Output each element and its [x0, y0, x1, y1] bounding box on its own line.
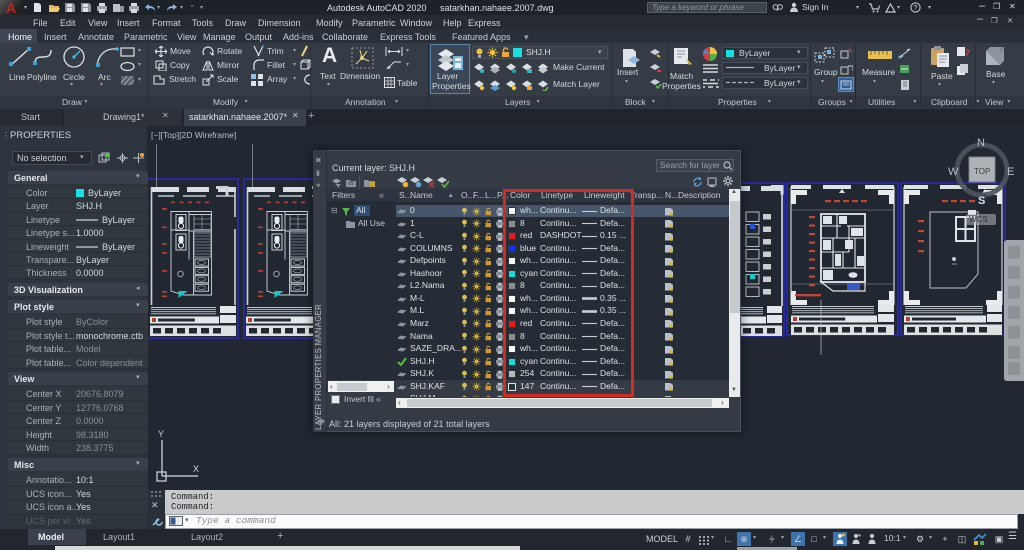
svg-text:S: S [978, 195, 985, 206]
svg-text:X: X [193, 464, 199, 474]
svg-text:?: ? [914, 5, 918, 12]
svg-text:W: W [948, 166, 959, 178]
svg-text:Y: Y [158, 429, 164, 439]
svg-text:TOP: TOP [974, 167, 990, 176]
svg-text:N: N [977, 137, 985, 149]
svg-text:E: E [1007, 166, 1014, 178]
